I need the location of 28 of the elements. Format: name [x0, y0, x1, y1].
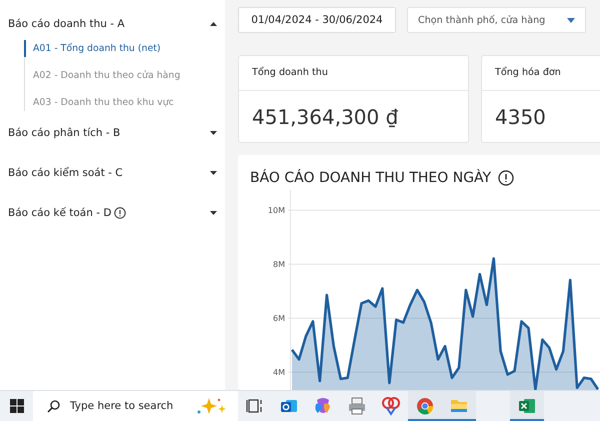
store-dropdown[interactable]: Chọn thành phố, cửa hàng	[407, 7, 586, 33]
sidebar-group-header[interactable]: Báo cáo kế toán - D	[0, 205, 225, 221]
sidebar-group-header[interactable]: Báo cáo phân tích - B	[0, 125, 225, 141]
group-label: Báo cáo kiểm soát - C	[8, 167, 123, 179]
sidebar-group-header[interactable]: Báo cáo doanh thu - A	[0, 16, 225, 32]
date-range-field[interactable]: 01/04/2024 - 30/06/2024	[238, 7, 396, 33]
axis-tick-label: 10M	[268, 206, 285, 216]
browser-icon	[415, 396, 435, 416]
info-icon	[498, 170, 514, 186]
stat-label: Tổng doanh thu	[239, 56, 468, 91]
windows-start-icon	[10, 399, 24, 413]
chart-title: BÁO CÁO DOANH THU THEO NGÀY	[250, 170, 492, 186]
axis-tick-label: 8M	[273, 260, 285, 270]
axis-tick-label: 4M	[273, 368, 285, 377]
stat-value: 451,364,300 ₫	[251, 104, 400, 131]
taskbar-search-field[interactable]: Type here to search	[33, 391, 238, 421]
sidebar-group-header[interactable]: Báo cáo kiểm soát - C	[0, 165, 225, 181]
spreadsheet-app-icon	[517, 396, 537, 416]
caret-icon	[567, 18, 575, 22]
search-input[interactable]: Type here to search	[68, 399, 187, 413]
stat-label: Tổng hóa đơn	[482, 56, 600, 91]
stat-value: 4350	[494, 104, 547, 131]
axis-tick-label: 6M	[273, 314, 285, 324]
printer-icon	[347, 396, 367, 416]
search-icon	[47, 400, 60, 412]
group-label: Báo cáo kế toán - D	[8, 207, 112, 219]
group-label: Báo cáo phân tích - B	[8, 127, 120, 139]
group-label: Báo cáo doanh thu - A	[8, 18, 125, 30]
